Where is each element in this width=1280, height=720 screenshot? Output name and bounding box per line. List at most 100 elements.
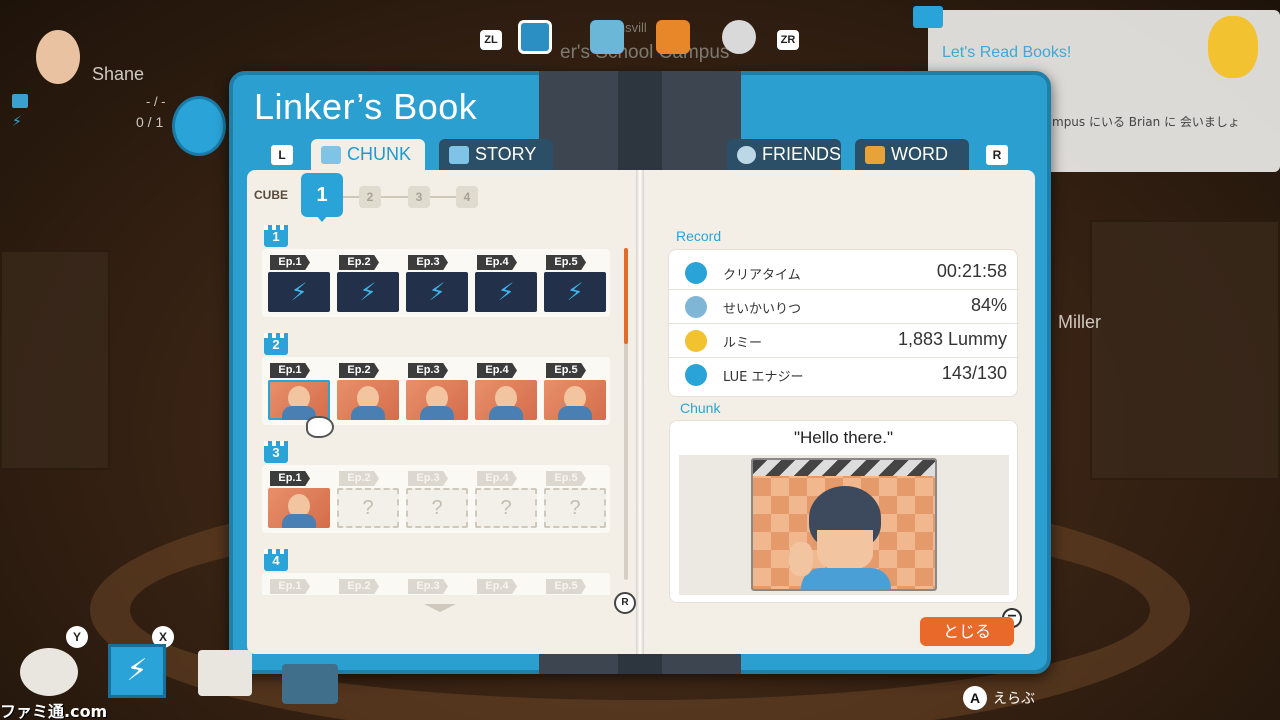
cube-label: CUBE [254, 188, 289, 202]
tab-friends[interactable]: FRIENDS [727, 139, 841, 170]
map-icon[interactable] [590, 20, 624, 54]
episode-label: Ep.1 [270, 471, 310, 486]
record-row: ルミー 1,883 Lummy [669, 324, 1019, 358]
episode-label: Ep.2 [339, 255, 379, 270]
record-label: ルミー [723, 336, 763, 351]
record-row: LUE エナジー 143/130 [669, 358, 1019, 392]
episode-label: Ep.4 [477, 579, 517, 594]
record-row: せいかいりつ 84% [669, 290, 1019, 324]
chunk-episode-card: Ep.1 Ep.2? Ep.3? Ep.4? Ep.5? [262, 465, 610, 533]
top-menu-bar: ZL ZR [476, 14, 806, 62]
waving-boy-image [751, 458, 937, 591]
episode-label: Ep.3 [408, 579, 448, 594]
episode-label: Ep.3 [408, 471, 448, 486]
settings-icon[interactable] [722, 20, 756, 54]
tab-chunk-label: CHUNK [347, 144, 412, 164]
watermark-logo: ファミ通.com [0, 702, 108, 720]
character-icon [1208, 16, 1258, 78]
clapperboard-stripe [753, 460, 935, 476]
chunk-list[interactable]: 1 Ep.1 ⚡ Ep.2 ⚡ Ep.3 ⚡ Ep.4 ⚡ Ep.5 ⚡ 2 Ep.1 Ep.2 Ep.3 E… [262, 225, 614, 595]
episode-thumbnail [544, 380, 606, 420]
episode-thumbnail [337, 380, 399, 420]
episode-thumbnail [268, 488, 330, 528]
episode-label: Ep.4 [477, 255, 517, 270]
player-name: Shane [92, 64, 145, 84]
cube-step-2[interactable]: 2 [359, 186, 381, 208]
house-icon[interactable] [198, 650, 252, 696]
l-button[interactable]: L [271, 145, 293, 165]
energy-icon[interactable]: ⚡ [108, 644, 166, 698]
y-button[interactable]: Y [66, 626, 88, 648]
lightning-small-icon: ⚡ [12, 114, 22, 130]
r-stick-button: R [614, 592, 636, 614]
chunk-number-badge: 2 [264, 333, 288, 355]
chunk-heading: Chunk [680, 400, 721, 416]
zr-button[interactable]: ZR [777, 30, 799, 50]
locked-episode-placeholder: ? [406, 488, 468, 528]
lummy-coin-icon [685, 330, 707, 352]
question-mark-icon: ? [500, 497, 512, 519]
a-button[interactable]: A [963, 686, 987, 710]
episode-label: Ep.2 [339, 579, 379, 594]
episode-thumbnail [475, 380, 537, 420]
bag-icon[interactable] [656, 20, 690, 54]
cube-step-3[interactable]: 3 [408, 186, 430, 208]
chunk-quote: "Hello there." [793, 428, 893, 447]
episode-label: Ep.1 [270, 579, 310, 594]
lightning-icon: ⚡ [337, 272, 399, 312]
boy-face [817, 530, 873, 570]
chat-bubble-icon[interactable] [20, 648, 78, 696]
bookshelf [1090, 220, 1280, 480]
lightning-icon: ⚡ [544, 272, 606, 312]
cube-pointer [315, 214, 329, 222]
record-value: 84% [970, 295, 1007, 315]
question-mark-icon: ? [362, 497, 374, 519]
record-value: 00:21:58 [936, 261, 1007, 281]
episode-label: Ep.2 [339, 363, 379, 378]
locked-episode-placeholder: ? [475, 488, 537, 528]
linker-book-icon[interactable] [518, 20, 552, 54]
episode-label: Ep.4 [477, 471, 517, 486]
episode-thumbnail [406, 380, 468, 420]
scroll-down-icon[interactable] [424, 604, 456, 612]
scrollbar-thumb[interactable] [624, 248, 628, 344]
book-title: Linker’s Book [254, 86, 478, 127]
chunk-episode-card: Ep.1 Ep.2 Ep.3 Ep.4 Ep.5 [262, 357, 610, 425]
tab-chunk[interactable]: CHUNK [311, 139, 425, 170]
notification-message: mpus にいる Brian に 会いましょ [1052, 115, 1240, 129]
episode-label: Ep.2 [339, 471, 379, 486]
chunk-number-badge: 4 [264, 549, 288, 571]
story-icon [449, 145, 469, 164]
record-value: 1,883 Lummy [897, 329, 1007, 349]
boy-shirt [801, 568, 891, 589]
episode-label: Ep.5 [546, 471, 586, 486]
close-button[interactable]: とじる [920, 617, 1014, 646]
record-card: クリアタイム 00:21:58 せいかいりつ 84% ルミー 1,883 Lummy LUE… [668, 249, 1019, 397]
tab-story[interactable]: STORY [439, 139, 553, 170]
record-heading: Record [676, 228, 722, 244]
bookshelf [0, 250, 110, 470]
cube-step-1[interactable]: 1 [301, 173, 343, 217]
progress-2: 0 / 1 [136, 114, 164, 130]
episode-thumbnail [268, 380, 330, 420]
player-avatar [36, 30, 80, 84]
r-button[interactable]: R [986, 145, 1008, 165]
episode-label: Ep.4 [477, 363, 517, 378]
chunk-number-badge: 3 [264, 441, 288, 463]
record-label: せいかいりつ [723, 302, 802, 317]
episode-label: Ep.3 [408, 255, 448, 270]
a-button-label: えらぶ [993, 691, 1035, 707]
word-icon [865, 145, 885, 164]
cube-step-4[interactable]: 4 [456, 186, 478, 208]
zl-button[interactable]: ZL [480, 30, 502, 50]
chunk-episode-card: Ep.1?Ep.2?Ep.3?Ep.4?Ep.5? [262, 573, 610, 595]
tab-word[interactable]: WORD [855, 139, 969, 170]
record-value: 143/130 [941, 363, 1007, 383]
question-mark-icon: ? [431, 497, 443, 519]
lightning-icon: ⚡ [475, 272, 537, 312]
microphone-icon [685, 296, 707, 318]
photo-icon[interactable] [282, 664, 338, 704]
waving-hand [789, 542, 813, 576]
record-row: クリアタイム 00:21:58 [669, 256, 1019, 290]
page-fold [636, 170, 644, 654]
